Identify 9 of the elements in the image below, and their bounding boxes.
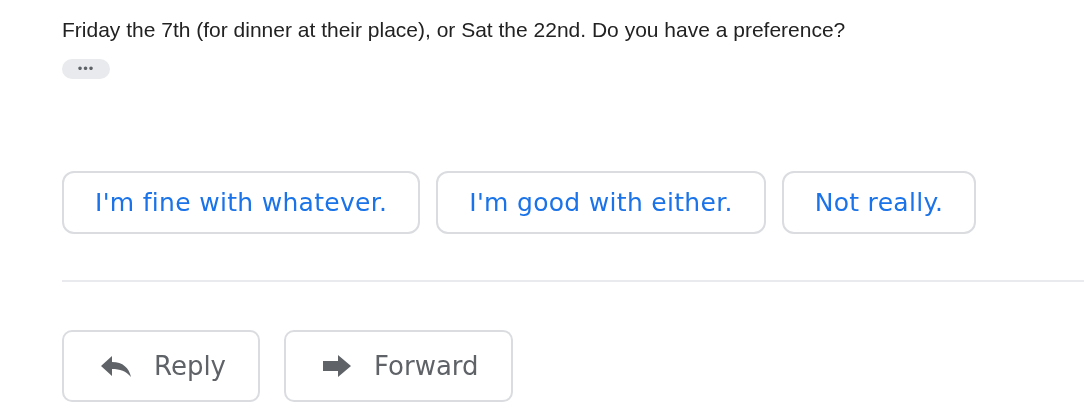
forward-button[interactable]: Forward [284,330,513,402]
smart-reply-chip[interactable]: Not really. [781,171,977,234]
message-text: Friday the 7th (for dinner at their place), or Sat the 22nd. Do you have a preference? [62,17,847,43]
reply-button[interactable]: Reply [62,330,260,402]
show-trimmed-content-button[interactable]: ••• [62,59,110,79]
forward-arrow-icon [322,354,352,378]
reply-arrow-icon [100,354,132,378]
smart-reply-chip[interactable]: I'm good with either. [436,171,766,234]
smart-reply-chip[interactable]: I'm fine with whatever. [62,171,421,234]
